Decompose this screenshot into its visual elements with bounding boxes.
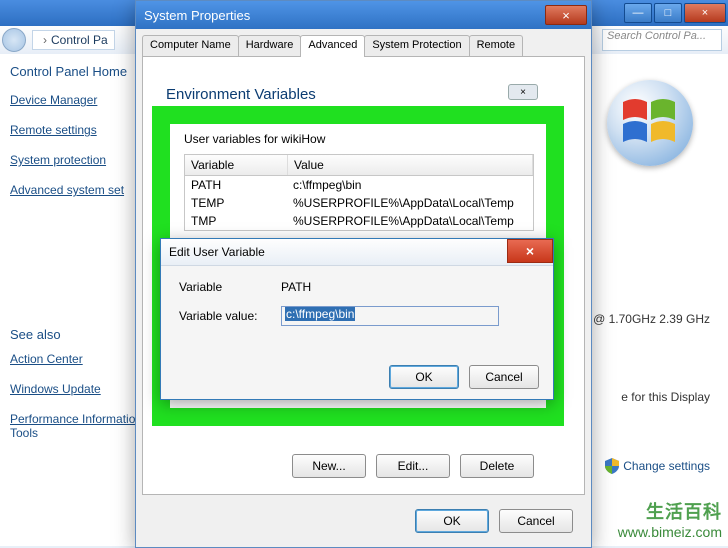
variable-name-value: PATH [281,280,311,294]
sp-close-button[interactable]: × [545,5,587,25]
sp-titlebar: System Properties [136,1,591,29]
edit-user-variable-dialog: Edit User Variable × Variable PATH Varia… [160,238,554,400]
env-vars-close-icon[interactable]: × [508,84,538,100]
modal-title-text: Edit User Variable [169,245,265,259]
table-row[interactable]: PATHc:\ffmpeg\bin [185,176,533,194]
tab-advanced[interactable]: Advanced [300,35,365,57]
watermark-title: 生活百科 [618,498,722,524]
modal-cancel-button[interactable]: Cancel [469,365,539,389]
variable-value-input[interactable]: c:\ffmpeg\bin [281,306,499,326]
modal-close-button[interactable]: × [507,239,553,263]
tab-hardware[interactable]: Hardware [238,35,302,57]
cpu-info: @ 1.70GHz 2.39 GHz [593,312,710,326]
table-header-row: Variable Value [185,155,533,176]
selected-text: c:\ffmpeg\bin [285,307,355,321]
cell-val: %USERPROFILE%\AppData\Local\Temp [287,212,533,230]
chevron-right-icon: › [43,33,47,47]
watermark: 生活百科 www.bimeiz.com [618,498,722,540]
windows-logo-block [590,80,710,176]
delete-button[interactable]: Delete [460,454,534,478]
sp-button-row: OK Cancel [415,509,573,533]
tab-remote[interactable]: Remote [469,35,524,57]
sp-tabstrip: Computer Name Hardware Advanced System P… [142,35,585,57]
cell-var: TEMP [185,194,287,212]
modal-body: Variable PATH Variable value: c:\ffmpeg\… [161,266,553,326]
breadcrumb[interactable]: › Control Pa [32,30,115,50]
env-vars-button-row: New... Edit... Delete [292,454,534,478]
windows-logo-icon [607,80,693,166]
sp-cancel-button[interactable]: Cancel [499,509,573,533]
cell-var: TMP [185,212,287,230]
modal-ok-button[interactable]: OK [389,365,459,389]
nav-back-icon[interactable] [2,28,26,52]
cell-val: %USERPROFILE%\AppData\Local\Temp [287,194,533,212]
sp-ok-button[interactable]: OK [415,509,489,533]
edit-button[interactable]: Edit... [376,454,450,478]
modal-titlebar: Edit User Variable [161,239,553,266]
display-info: e for this Display [621,390,710,404]
sp-title-text: System Properties [144,8,250,23]
change-settings-label: Change settings [623,459,710,473]
tab-system-protection[interactable]: System Protection [364,35,469,57]
col-value[interactable]: Value [288,155,533,175]
cp-maximize-button[interactable]: □ [654,3,682,23]
shield-icon [605,458,619,474]
cell-val: c:\ffmpeg\bin [287,176,533,194]
modal-button-row: OK Cancel [389,365,539,389]
env-vars-title: Environment Variables [166,86,316,103]
cp-minimize-button[interactable]: — [624,3,652,23]
change-settings-link[interactable]: Change settings [605,458,710,474]
user-vars-table[interactable]: Variable Value PATHc:\ffmpeg\bin TEMP%US… [184,154,534,231]
user-vars-group-label: User variables for wikiHow [184,132,325,146]
variable-value-label: Variable value: [179,309,281,323]
col-variable[interactable]: Variable [185,155,288,175]
watermark-url: www.bimeiz.com [618,524,722,540]
cp-close-button[interactable]: × [684,3,726,23]
variable-name-label: Variable [179,280,281,294]
table-row[interactable]: TMP%USERPROFILE%\AppData\Local\Temp [185,212,533,230]
search-input[interactable]: Search Control Pa... [602,29,722,51]
breadcrumb-text: Control Pa [51,33,108,47]
new-button[interactable]: New... [292,454,366,478]
table-row[interactable]: TEMP%USERPROFILE%\AppData\Local\Temp [185,194,533,212]
tab-computer-name[interactable]: Computer Name [142,35,239,57]
cell-var: PATH [185,176,287,194]
